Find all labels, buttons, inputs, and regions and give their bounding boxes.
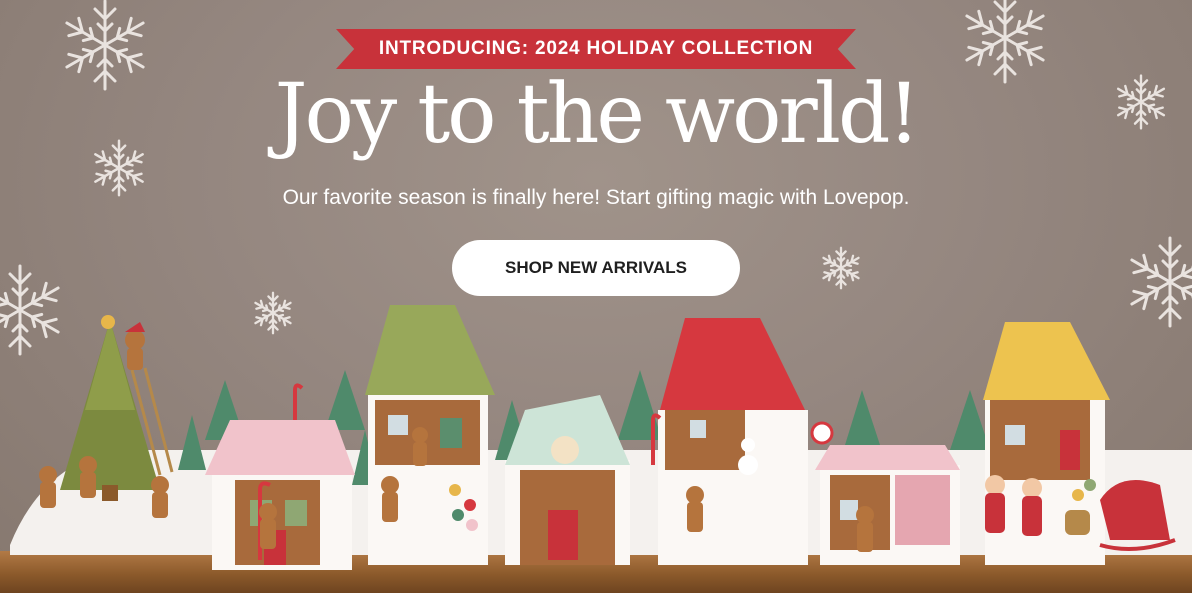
gingerbread-village-image	[10, 305, 1192, 570]
hero-title: Joy to the world!	[274, 67, 921, 162]
shop-new-arrivals-button[interactable]: SHOP NEW ARRIVALS	[452, 240, 740, 296]
hero-subtitle: Our favorite season is finally here! Sta…	[282, 186, 910, 209]
hero-banner[interactable]: INTRODUCING: 2024 HOLIDAY COLLECTION Joy…	[0, 0, 1192, 593]
banner-text: INTRODUCING: 2024 HOLIDAY COLLECTION	[378, 38, 814, 59]
snowflake-icon	[820, 246, 862, 290]
collection-banner: INTRODUCING: 2024 HOLIDAY COLLECTION	[336, 29, 856, 69]
